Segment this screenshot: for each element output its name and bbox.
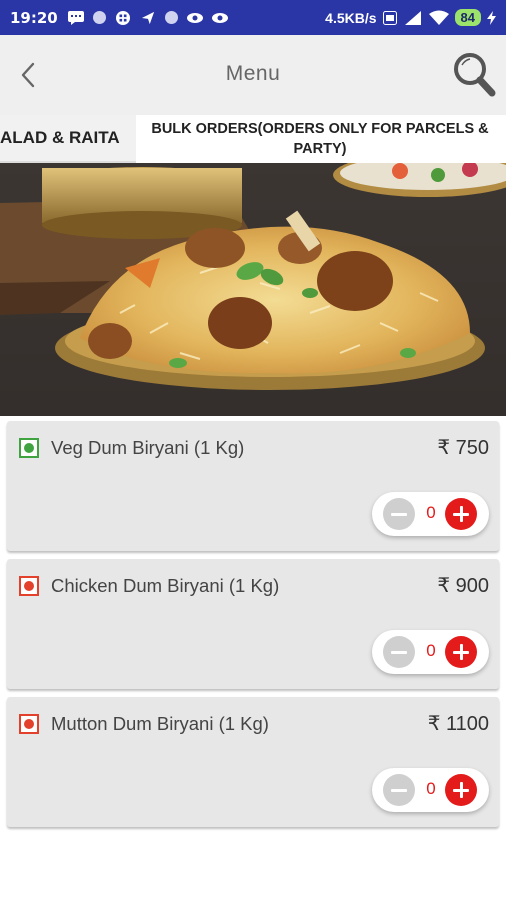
menu-item-card: Mutton Dum Biryani (1 Kg) ₹ 1100 0 [7,697,499,827]
menu-item-card: Veg Dum Biryani (1 Kg) ₹ 750 0 [7,421,499,551]
grid-app-icon [115,10,130,25]
eye-icon [211,12,228,23]
volte-icon [382,10,397,25]
decrease-quantity-button[interactable] [383,636,415,668]
item-price: ₹ 1100 [427,713,489,735]
item-name: Chicken Dum Biryani (1 Kg) [51,575,280,596]
tab-salad-raita[interactable]: ALAD & RAITA [0,115,136,163]
quantity-stepper: 0 [372,630,489,674]
tab-bulk-orders[interactable]: BULK ORDERS(ORDERS ONLY FOR PARCELS & PA… [145,115,495,163]
wifi-icon [428,10,449,25]
biryani-hero-image [0,163,506,416]
non-veg-dot [24,581,34,591]
quantity-stepper: 0 [372,768,489,812]
message-icon [67,10,84,25]
status-time: 19:20 [10,8,58,27]
quantity-value: 0 [426,641,436,660]
decrease-quantity-button[interactable] [383,774,415,806]
menu-item-card: Chicken Dum Biryani (1 Kg) ₹ 900 0 [7,559,499,689]
quantity-value: 0 [426,779,436,798]
app-notification-icon [164,11,178,24]
notification-icons [67,10,228,25]
quantity-value: 0 [426,503,436,522]
decrease-quantity-button[interactable] [383,498,415,530]
veg-dot [24,443,34,453]
increase-quantity-button[interactable] [445,498,477,530]
biryani-photo [0,163,506,416]
search-button[interactable] [452,51,496,97]
app-notification-icon [92,11,106,24]
non-veg-indicator-icon [19,576,39,596]
increase-quantity-button[interactable] [445,636,477,668]
item-price: ₹ 900 [437,575,489,597]
item-name: Mutton Dum Biryani (1 Kg) [51,713,269,734]
send-icon [141,11,154,24]
page-title: Menu [225,62,281,85]
battery-level: 84 [454,9,481,26]
increase-quantity-button[interactable] [445,774,477,806]
eye-icon [186,12,203,23]
quantity-stepper: 0 [372,492,489,536]
veg-indicator-icon [19,438,39,458]
charging-icon [487,10,496,25]
item-price: ₹ 750 [437,437,489,459]
status-bar: 19:20 4.5KB/s 84 [0,0,506,35]
network-speed: 4.5KB/s [325,9,377,26]
category-tabs: ALAD & RAITA BULK ORDERS(ORDERS ONLY FOR… [0,115,506,163]
cell-signal-icon [404,11,421,25]
app-bar: Menu [0,35,506,115]
status-right: 4.5KB/s 84 [325,9,496,26]
item-name: Veg Dum Biryani (1 Kg) [51,437,245,458]
non-veg-dot [24,719,34,729]
search-icon [454,53,496,97]
non-veg-indicator-icon [19,714,39,734]
